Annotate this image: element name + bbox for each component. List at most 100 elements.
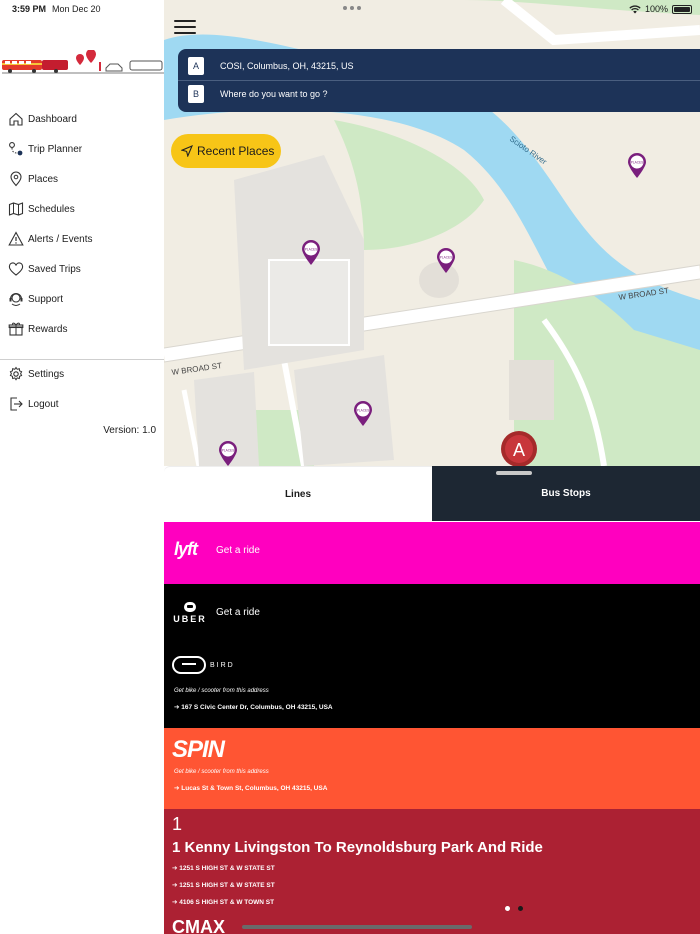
- line-stop: ➔ 4106 S HIGH ST & W TOWN ST: [172, 899, 275, 906]
- tab-label: Bus Stops: [541, 488, 591, 499]
- svg-text:PLACES: PLACES: [440, 256, 453, 260]
- logout-icon: [8, 396, 24, 412]
- multitasking-dots[interactable]: [343, 6, 361, 10]
- sidebar-item-logout[interactable]: Logout: [0, 389, 164, 419]
- sidebar-item-label: Trip Planner: [28, 143, 83, 155]
- origin-field[interactable]: A COSI, Columbus, OH, 43215, US: [188, 55, 688, 77]
- destination-placeholder: Where do you want to go ?: [220, 89, 328, 99]
- sidebar-bottom-menu: Settings Logout: [0, 359, 164, 419]
- sidebar-item-dashboard[interactable]: Dashboard: [0, 104, 164, 134]
- next-line-title: CMAX: [172, 917, 225, 934]
- heart-icon: [8, 261, 24, 277]
- bird-address: ➔ 167 S Civic Center Dr, Columbus, OH 43…: [174, 704, 333, 711]
- line-card[interactable]: 1 1 Kenny Livingston To Reynoldsburg Par…: [164, 809, 700, 917]
- uber-get-ride-label: Get a ride: [216, 607, 260, 618]
- navigation-arrow-icon: [181, 145, 193, 157]
- uber-logo: UBER: [172, 602, 208, 624]
- trip-planner-icon: [8, 141, 24, 157]
- place-pin-icon[interactable]: PLACES: [353, 401, 373, 427]
- support-headset-icon: [8, 291, 24, 307]
- bird-subtitle: Get bike / scooter from this address: [174, 688, 269, 694]
- spin-address: ➔ Lucas St & Town St, Columbus, OH 43215…: [174, 785, 328, 792]
- sidebar-item-trip-planner[interactable]: Trip Planner: [0, 134, 164, 164]
- recent-places-button[interactable]: Recent Places: [171, 134, 281, 168]
- map-icon: [8, 201, 24, 217]
- origin-marker-letter: A: [513, 440, 525, 460]
- lyft-logo: lyft: [174, 539, 198, 559]
- tab-label: Lines: [284, 488, 312, 500]
- sidebar-item-label: Saved Trips: [28, 263, 81, 275]
- status-bar: 3:59 PM Mon Dec 20 100%: [0, 0, 700, 18]
- status-time: 3:59 PM: [12, 4, 47, 14]
- page-indicator[interactable]: [505, 906, 523, 911]
- location-pin-icon: [8, 171, 24, 187]
- battery-icon: [672, 4, 692, 14]
- sidebar-item-settings[interactable]: Settings: [0, 359, 164, 389]
- place-pin-icon[interactable]: PLACES: [436, 248, 456, 274]
- uber-mark-icon: [184, 602, 196, 612]
- destination-letter-badge: B: [188, 85, 204, 103]
- lyft-get-ride-label: Get a ride: [216, 545, 260, 556]
- destination-field[interactable]: B Where do you want to go ?: [188, 83, 688, 105]
- route-divider: [178, 80, 700, 81]
- sidebar-item-label: Logout: [28, 398, 59, 410]
- bird-logo: BIRD: [172, 656, 235, 674]
- sidebar-item-places[interactable]: Places: [0, 164, 164, 194]
- uber-card[interactable]: UBER Get a ride: [164, 584, 700, 646]
- sidebar-item-label: Places: [28, 173, 59, 185]
- bird-logo-text: BIRD: [210, 661, 235, 669]
- bottom-sheet-tabs: Lines Bus Stops: [164, 466, 700, 521]
- sidebar-item-alerts-events[interactable]: Alerts / Events: [0, 224, 164, 254]
- battery-percent: 100%: [644, 4, 668, 14]
- place-pin-icon[interactable]: PLACES: [301, 240, 321, 266]
- uber-logo-text: UBER: [173, 614, 207, 624]
- sidebar-item-label: Schedules: [28, 203, 75, 215]
- sidebar-item-rewards[interactable]: Rewards: [0, 314, 164, 344]
- route-search-box: A COSI, Columbus, OH, 43215, US B Where …: [178, 49, 700, 112]
- sidebar-menu: Dashboard Trip Planner Places Schedules …: [0, 104, 164, 344]
- origin-letter-badge: A: [188, 57, 204, 75]
- sidebar-item-label: Rewards: [28, 323, 68, 335]
- status-date: Mon Dec 20: [52, 4, 101, 14]
- sidebar-item-label: Alerts / Events: [28, 233, 93, 245]
- line-title: 1 Kenny Livingston To Reynoldsburg Park …: [172, 839, 543, 856]
- street-label: W BROAD ST: [171, 361, 223, 377]
- lyft-card[interactable]: lyft Get a ride: [164, 522, 700, 584]
- line-stop: ➔ 1251 S HIGH ST & W STATE ST: [172, 865, 275, 872]
- spin-logo: SPIN: [172, 736, 225, 763]
- alert-icon: [8, 231, 24, 247]
- sidebar-item-support[interactable]: Support: [0, 284, 164, 314]
- home-icon: [8, 111, 24, 127]
- bottom-sheet-drag-handle[interactable]: [496, 471, 532, 475]
- place-pin-icon[interactable]: PLACES: [218, 441, 238, 466]
- spin-subtitle: Get bike / scooter from this address: [174, 769, 269, 775]
- recent-places-label: Recent Places: [197, 144, 275, 158]
- origin-value: COSI, Columbus, OH, 43215, US: [220, 61, 354, 71]
- status-right: 100%: [629, 4, 692, 14]
- sidebar: Dashboard Trip Planner Places Schedules …: [0, 0, 164, 934]
- sidebar-item-label: Dashboard: [28, 113, 77, 125]
- svg-text:PLACES: PLACES: [357, 409, 370, 413]
- app-version: Version: 1.0: [103, 425, 156, 436]
- svg-text:PLACES: PLACES: [631, 161, 644, 165]
- svg-text:PLACES: PLACES: [222, 449, 235, 453]
- sidebar-item-label: Support: [28, 293, 64, 305]
- wifi-icon: [629, 4, 641, 13]
- bird-mark-icon: [172, 656, 206, 674]
- home-indicator[interactable]: [242, 925, 472, 929]
- app-logo: [2, 50, 164, 74]
- line-stop: ➔ 1251 S HIGH ST & W STATE ST: [172, 882, 275, 889]
- hamburger-menu-button[interactable]: [174, 20, 196, 36]
- sidebar-item-schedules[interactable]: Schedules: [0, 194, 164, 224]
- spin-card[interactable]: SPIN Get bike / scooter from this addres…: [164, 728, 700, 809]
- tab-lines[interactable]: Lines: [164, 466, 432, 521]
- origin-marker-icon[interactable]: A: [500, 430, 538, 466]
- sidebar-item-label: Settings: [28, 368, 65, 380]
- sidebar-item-saved-trips[interactable]: Saved Trips: [0, 254, 164, 284]
- gear-icon: [8, 366, 24, 382]
- svg-text:PLACES: PLACES: [305, 248, 318, 252]
- tab-bus-stops[interactable]: Bus Stops: [432, 466, 700, 521]
- rewards-icon: [8, 321, 24, 337]
- place-pin-icon[interactable]: PLACES: [627, 153, 647, 179]
- bird-card[interactable]: BIRD Get bike / scooter from this addres…: [164, 646, 700, 728]
